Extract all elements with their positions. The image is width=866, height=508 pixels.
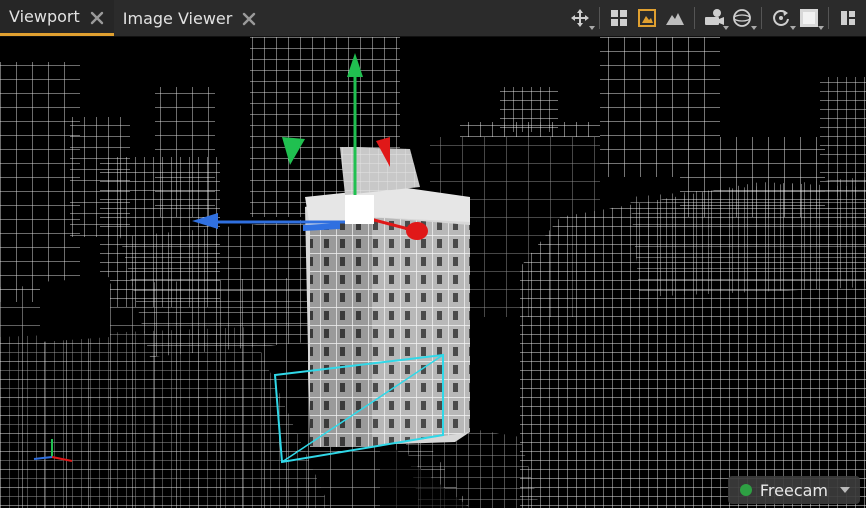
camera-mode-label: Freecam <box>759 480 828 500</box>
viewport-toolbar <box>568 0 866 36</box>
tab-image-viewer[interactable]: Image Viewer <box>114 0 267 36</box>
x-axis-arrow[interactable] <box>406 222 428 240</box>
move-icon[interactable] <box>568 6 595 30</box>
image-frame-icon[interactable] <box>635 6 659 30</box>
render-square-icon[interactable] <box>797 6 824 30</box>
toolbar-divider <box>694 7 695 29</box>
chevron-down-icon <box>840 487 850 493</box>
scene-canvas[interactable] <box>0 37 866 508</box>
toolbar-divider <box>599 7 600 29</box>
tab-viewport-label: Viewport <box>9 7 80 26</box>
app-window: Viewport Image Viewer Freecam <box>0 0 866 508</box>
camera-settings-icon[interactable] <box>702 6 729 30</box>
status-dot-icon <box>739 484 752 496</box>
toolbar-divider <box>828 7 829 29</box>
tab-bar: Viewport Image Viewer <box>0 0 866 37</box>
toolbar-divider <box>761 7 762 29</box>
close-icon[interactable] <box>242 11 256 26</box>
terrain-icon[interactable] <box>663 6 687 30</box>
grid-layout-icon[interactable] <box>607 6 631 30</box>
split-panel-icon[interactable] <box>836 6 860 30</box>
material-sphere-icon[interactable] <box>730 6 757 30</box>
rotate-icon[interactable] <box>769 6 796 30</box>
gizmo-center-handle[interactable] <box>345 195 374 224</box>
tab-image-viewer-label: Image Viewer <box>122 8 233 28</box>
camera-mode-dropdown[interactable]: Freecam <box>727 476 860 504</box>
foreground-right-buildings <box>520 177 866 508</box>
close-icon[interactable] <box>90 10 104 24</box>
tab-viewport[interactable]: Viewport <box>0 0 114 36</box>
3d-viewport[interactable]: Freecam <box>0 37 866 508</box>
